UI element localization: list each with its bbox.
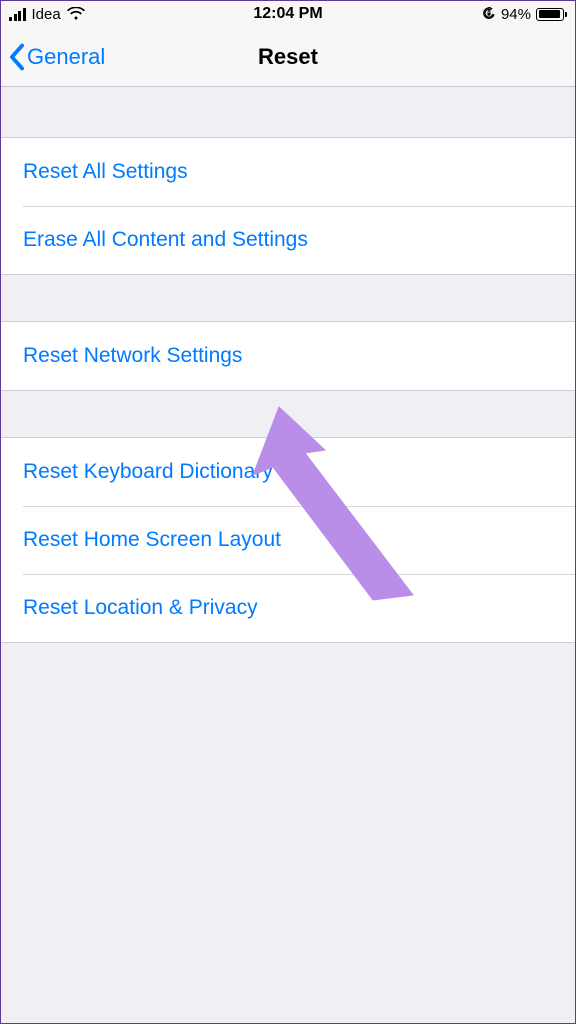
status-right: 94% [482, 6, 567, 23]
settings-group: Reset All Settings Erase All Content and… [1, 137, 575, 275]
chevron-left-icon [9, 43, 25, 71]
section-spacer [1, 275, 575, 321]
battery-percent: 94% [501, 6, 531, 23]
reset-all-settings-row[interactable]: Reset All Settings [1, 138, 575, 206]
back-label: General [27, 44, 105, 70]
reset-location-privacy-row[interactable]: Reset Location & Privacy [1, 574, 575, 642]
rotation-lock-icon [482, 7, 496, 21]
row-label: Reset All Settings [23, 160, 188, 184]
row-label: Reset Home Screen Layout [23, 528, 281, 552]
reset-home-screen-layout-row[interactable]: Reset Home Screen Layout [1, 506, 575, 574]
carrier-label: Idea [32, 6, 61, 23]
section-spacer [1, 391, 575, 437]
status-bar: Idea 12:04 PM 94% [1, 1, 575, 27]
signal-icon [9, 8, 26, 21]
settings-group: Reset Keyboard Dictionary Reset Home Scr… [1, 437, 575, 643]
status-left: Idea [9, 6, 85, 23]
row-label: Reset Network Settings [23, 344, 242, 368]
reset-keyboard-dictionary-row[interactable]: Reset Keyboard Dictionary [1, 438, 575, 506]
battery-icon [536, 8, 567, 21]
page-title: Reset [258, 44, 318, 70]
section-spacer [1, 87, 575, 137]
back-button[interactable]: General [9, 43, 105, 71]
nav-bar: General Reset [1, 27, 575, 87]
row-label: Reset Location & Privacy [23, 596, 258, 620]
settings-group: Reset Network Settings [1, 321, 575, 391]
row-label: Reset Keyboard Dictionary [23, 460, 273, 484]
reset-network-settings-row[interactable]: Reset Network Settings [1, 322, 575, 390]
erase-all-content-row[interactable]: Erase All Content and Settings [1, 206, 575, 274]
row-label: Erase All Content and Settings [23, 228, 308, 252]
status-time: 12:04 PM [253, 5, 322, 23]
wifi-icon [67, 7, 85, 21]
